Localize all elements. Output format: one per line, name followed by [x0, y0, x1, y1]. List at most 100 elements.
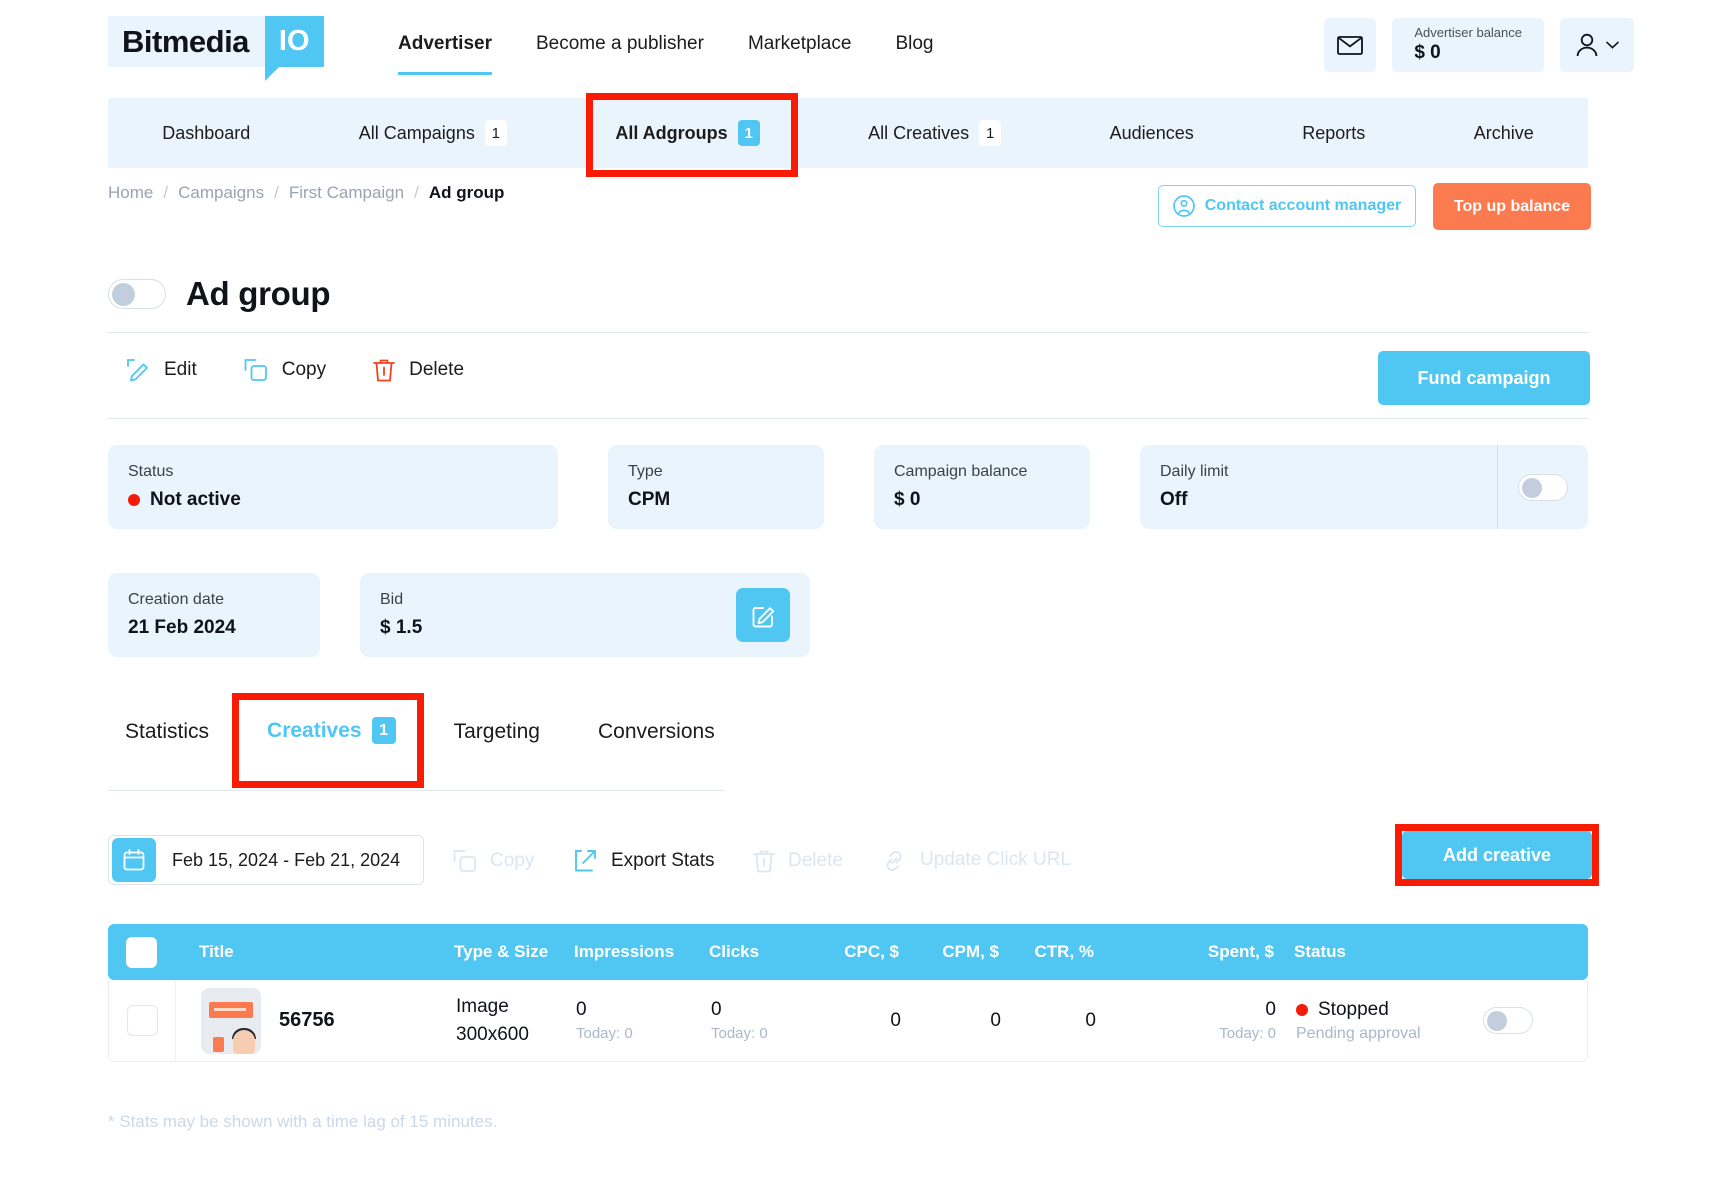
cell-status: Stopped Pending approval	[1276, 999, 1486, 1043]
nav-item-advertiser[interactable]: Advertiser	[398, 3, 492, 85]
brand-logo[interactable]: Bitmedia IO	[108, 16, 324, 67]
status-cell-wrap: Stopped Pending approval	[1296, 999, 1486, 1043]
subnav-item-archive[interactable]: Archive	[1470, 115, 1538, 152]
contact-account-manager-button[interactable]: Contact account manager	[1158, 185, 1416, 227]
app-root: Bitmedia IO Advertiser Become a publishe…	[0, 0, 1734, 1186]
toggle-knob	[112, 283, 135, 306]
table-row[interactable]: 56756 Image 300x600 0 Today: 0 0 Today: …	[108, 980, 1588, 1062]
top-up-balance-button[interactable]: Top up balance	[1433, 183, 1591, 230]
mail-button[interactable]	[1324, 18, 1376, 72]
sub-navigation: Dashboard All Campaigns 1 All Adgroups 1…	[108, 98, 1588, 168]
card-status-value: Not active	[150, 489, 241, 511]
nav-item-blog[interactable]: Blog	[895, 3, 933, 85]
subnav-label: All Creatives	[868, 123, 969, 144]
clicks-today: Today: 0	[711, 1023, 801, 1045]
status-dot-icon	[128, 494, 140, 506]
update-click-url-label: Update Click URL	[920, 849, 1071, 871]
card-status-label: Status	[128, 463, 538, 481]
row-select-cell	[109, 1005, 175, 1036]
column-header-impressions[interactable]: Impressions	[574, 942, 709, 962]
delete-button[interactable]: Delete	[372, 357, 464, 383]
subnav-item-dashboard[interactable]: Dashboard	[158, 115, 254, 152]
column-header-ctr[interactable]: CTR, %	[999, 942, 1094, 962]
adgroup-enable-toggle[interactable]	[108, 279, 166, 309]
clicks-value: 0	[711, 996, 801, 1024]
subnav-item-all-creatives[interactable]: All Creatives 1	[864, 112, 1005, 154]
user-menu-button[interactable]	[1560, 18, 1634, 72]
cell-type-size: Image 300x600	[456, 993, 576, 1048]
column-header-cpc[interactable]: CPC, $	[799, 942, 899, 962]
tab-creatives[interactable]: Creatives 1	[267, 717, 426, 762]
card-campaign-balance-value: $ 0	[894, 489, 1070, 511]
stats-copy-button[interactable]: Copy	[452, 848, 534, 874]
copy-icon	[243, 357, 269, 383]
card-daily-limit-text: Daily limit Off	[1160, 463, 1228, 511]
column-header-type-size[interactable]: Type & Size	[454, 942, 574, 962]
page-title: Ad group	[186, 275, 330, 313]
fund-campaign-button[interactable]: Fund campaign	[1378, 351, 1590, 405]
subnav-label: Dashboard	[162, 123, 250, 144]
impressions-today: Today: 0	[576, 1023, 711, 1045]
status-badge: Stopped	[1296, 999, 1486, 1021]
breadcrumb-item-campaigns[interactable]: Campaigns	[178, 183, 264, 203]
copy-button[interactable]: Copy	[243, 357, 326, 383]
advertiser-balance-box[interactable]: Advertiser balance $ 0	[1392, 18, 1544, 72]
tab-conversions[interactable]: Conversions	[598, 720, 745, 762]
subnav-item-reports[interactable]: Reports	[1298, 115, 1369, 152]
column-header-status[interactable]: Status	[1274, 942, 1484, 962]
row-checkbox[interactable]	[127, 1005, 158, 1036]
cell-cpm: 0	[901, 1010, 1001, 1032]
subnav-item-audiences[interactable]: Audiences	[1106, 115, 1198, 152]
tab-targeting[interactable]: Targeting	[454, 720, 570, 762]
card-bid-value: $ 1.5	[380, 617, 422, 639]
cell-clicks: 0 Today: 0	[711, 996, 801, 1045]
status-dot-icon	[1296, 1004, 1308, 1016]
breadcrumb: Home / Campaigns / First Campaign / Ad g…	[108, 183, 504, 203]
impressions-value: 0	[576, 996, 711, 1024]
daily-limit-toggle-wrap	[1497, 445, 1568, 529]
export-icon	[573, 848, 599, 874]
stats-delete-label: Delete	[788, 850, 843, 872]
nav-item-marketplace[interactable]: Marketplace	[748, 3, 852, 85]
creative-type: Image	[456, 993, 576, 1021]
date-range-value: Feb 15, 2024 - Feb 21, 2024	[172, 850, 400, 871]
breadcrumb-separator: /	[163, 183, 168, 203]
subnav-item-all-campaigns[interactable]: All Campaigns 1	[355, 112, 511, 154]
copy-label: Copy	[282, 359, 326, 381]
subnav-badge: 1	[979, 120, 1001, 146]
nav-item-become-a-publisher[interactable]: Become a publisher	[536, 3, 704, 85]
stats-footnote: * Stats may be shown with a time lag of …	[108, 1112, 497, 1132]
breadcrumb-item-home[interactable]: Home	[108, 183, 153, 203]
edit-bid-button[interactable]	[736, 588, 790, 642]
column-header-clicks[interactable]: Clicks	[709, 942, 799, 962]
card-campaign-balance: Campaign balance $ 0	[874, 445, 1090, 529]
tab-label: Creatives	[267, 719, 362, 743]
tab-statistics[interactable]: Statistics	[125, 720, 239, 762]
breadcrumb-separator: /	[414, 183, 419, 203]
subnav-item-all-adgroups[interactable]: All Adgroups 1	[611, 112, 763, 154]
card-bid-label: Bid	[380, 591, 422, 609]
add-creative-button[interactable]: Add creative	[1402, 831, 1592, 879]
creative-title: 56756	[279, 1009, 335, 1032]
breadcrumb-item-first-campaign[interactable]: First Campaign	[289, 183, 404, 203]
select-all-checkbox[interactable]	[126, 937, 157, 968]
export-stats-button[interactable]: Export Stats	[573, 848, 715, 874]
subnav-label: All Campaigns	[359, 123, 475, 144]
row-enable-toggle[interactable]	[1483, 1007, 1533, 1034]
daily-limit-toggle[interactable]	[1518, 474, 1568, 501]
subnav-label: Audiences	[1110, 123, 1194, 144]
column-header-cpm[interactable]: CPM, $	[899, 942, 999, 962]
select-all-cell	[108, 937, 174, 968]
delete-label: Delete	[409, 359, 464, 381]
column-header-title[interactable]: Title	[174, 942, 454, 962]
subnav-label: Reports	[1302, 123, 1365, 144]
edit-button[interactable]: Edit	[125, 357, 197, 383]
creative-thumbnail[interactable]	[201, 988, 261, 1054]
creative-size: 300x600	[456, 1021, 576, 1049]
stats-delete-button[interactable]: Delete	[752, 848, 843, 874]
date-range-picker[interactable]: Feb 15, 2024 - Feb 21, 2024	[108, 835, 424, 885]
column-header-spent[interactable]: Spent, $	[1094, 942, 1274, 962]
card-type-value: CPM	[628, 489, 804, 511]
update-click-url-button[interactable]: Update Click URL	[880, 848, 1071, 872]
toggle-knob	[1487, 1011, 1507, 1031]
